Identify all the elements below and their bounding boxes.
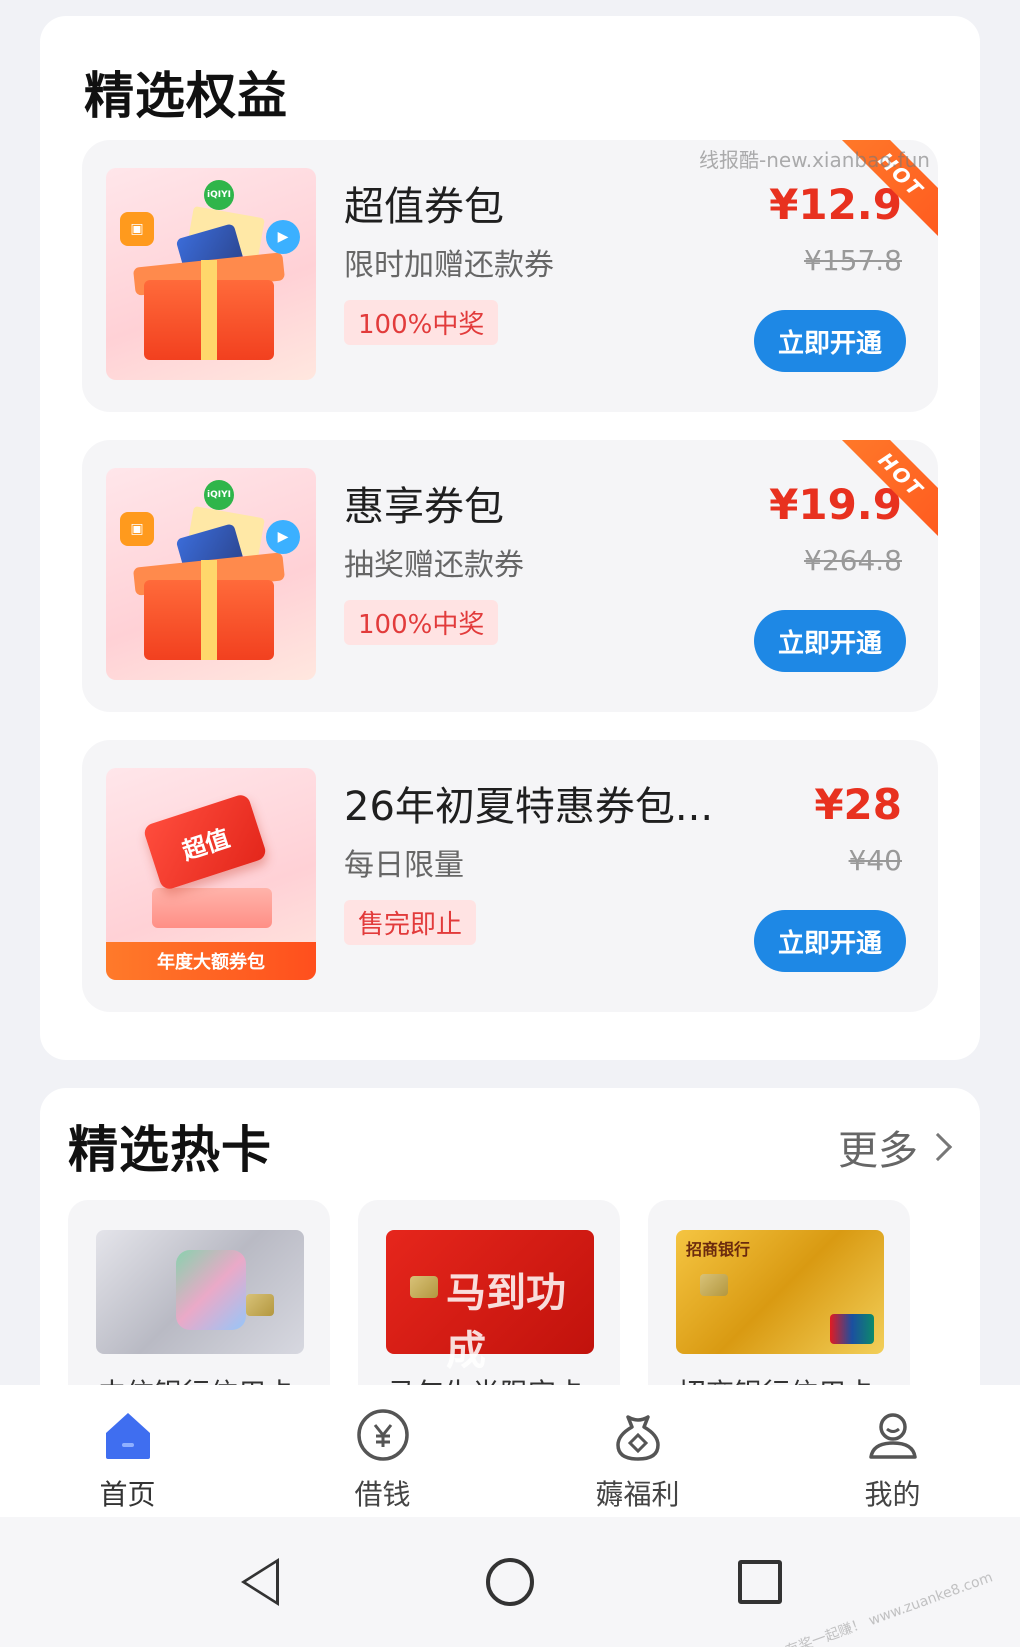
- yuan-coin-icon: [355, 1407, 411, 1463]
- annual-coupon-banner: 年度大额券包: [106, 942, 316, 980]
- coupon-card-3[interactable]: 超值 年度大额券包 26年初夏特惠券包... 每日限量 售完即止 ¥28 ¥40…: [82, 740, 938, 1012]
- home-icon: [100, 1407, 156, 1463]
- coupon-badge: 100%中奖: [344, 300, 499, 345]
- coupon-card-2[interactable]: iQIYI ▣ ▶ 惠享券包 抽奖赠还款券 100%中奖 ¥19.9 ¥264.…: [82, 440, 938, 712]
- system-nav-bar: 赚客吧，有奖一起赚！ www.zuanke8.com: [0, 1517, 1020, 1647]
- home-button[interactable]: [485, 1557, 535, 1607]
- coupon-price: ¥28: [814, 780, 902, 829]
- tencent-video-icon: ▶: [266, 220, 300, 254]
- tab-mine[interactable]: 我的: [765, 1385, 1020, 1517]
- open-now-button[interactable]: 立即开通: [754, 610, 906, 672]
- open-now-button[interactable]: 立即开通: [754, 310, 906, 372]
- mango-tv-icon: ▣: [120, 212, 154, 246]
- tab-perks[interactable]: 薅福利: [510, 1385, 765, 1517]
- coupon-card-1[interactable]: iQIYI ▣ ▶ 超值券包 限时加赠还款券 100%中奖 ¥12.9 ¥157…: [82, 140, 938, 412]
- coupon-name: 26年初夏特惠券包...: [344, 784, 714, 830]
- coupon-badge: 100%中奖: [344, 600, 499, 645]
- back-icon: [241, 1558, 279, 1606]
- watermark-text: 线报酷-new.xianbao.fun: [699, 148, 930, 172]
- display-stage-image: [152, 888, 272, 928]
- coupon-name: 超值券包: [344, 184, 504, 230]
- card-chip-image: [246, 1294, 274, 1316]
- coupon-desc: 抽奖赠还款券: [344, 548, 524, 583]
- more-link[interactable]: 更多: [838, 1118, 953, 1176]
- recent-apps-button[interactable]: [735, 1557, 785, 1607]
- coupon-price: ¥19.9: [769, 480, 902, 529]
- tab-label: 借钱: [354, 1478, 411, 1511]
- benefits-section: 精选权益 iQIYI ▣ ▶ 超值券包 限时加赠还款券 100%中奖 ¥12.9…: [40, 16, 980, 1060]
- more-label: 更多: [838, 1128, 918, 1174]
- tab-label: 首页: [99, 1478, 156, 1511]
- tab-borrow[interactable]: 借钱: [255, 1385, 510, 1517]
- card-art-text: 马到功成: [446, 1269, 566, 1374]
- money-bag-icon: [610, 1407, 666, 1463]
- open-now-button[interactable]: 立即开通: [754, 910, 906, 972]
- coupon-thumbnail: iQIYI ▣ ▶: [106, 168, 316, 380]
- mango-tv-icon: ▣: [120, 512, 154, 546]
- super-value-ticket-image: 超值: [142, 792, 268, 892]
- hot-cards-title: 精选热卡: [68, 1121, 272, 1179]
- coupon-original-price: ¥40: [848, 844, 902, 877]
- coupon-original-price: ¥157.8: [804, 244, 902, 277]
- coupon-desc: 每日限量: [344, 848, 464, 883]
- tab-label: 薅福利: [595, 1478, 680, 1511]
- recent-apps-icon: [738, 1560, 782, 1604]
- benefits-title: 精选权益: [84, 67, 288, 125]
- bottom-tab-bar: 首页 借钱 薅福利 我的: [0, 1385, 1020, 1517]
- credit-card-image: 招商银行: [676, 1230, 884, 1354]
- holographic-logo-image: [176, 1250, 246, 1330]
- bank-name-text: 招商银行: [686, 1240, 751, 1259]
- back-button[interactable]: [235, 1557, 285, 1607]
- iqiyi-icon: iQIYI: [204, 480, 234, 510]
- coupon-name: 惠享券包: [344, 484, 504, 530]
- tab-home[interactable]: 首页: [0, 1385, 255, 1517]
- coupon-desc: 限时加赠还款券: [344, 248, 554, 283]
- coupon-badge: 售完即止: [344, 900, 477, 945]
- credit-card-image: 马到功成: [386, 1230, 594, 1374]
- home-circle-icon: [486, 1558, 534, 1606]
- card-chip-image: [700, 1274, 728, 1296]
- gift-ribbon-image: [201, 560, 217, 660]
- coupon-price: ¥12.9: [769, 180, 902, 229]
- unionpay-logo-icon: [830, 1314, 874, 1344]
- iqiyi-icon: iQIYI: [204, 180, 234, 210]
- gift-ribbon-image: [201, 260, 217, 360]
- tencent-video-icon: ▶: [266, 520, 300, 554]
- coupon-thumbnail: iQIYI ▣ ▶: [106, 468, 316, 680]
- tab-label: 我的: [864, 1478, 921, 1511]
- user-icon: [865, 1407, 921, 1463]
- coupon-original-price: ¥264.8: [804, 544, 902, 577]
- card-chip-image: [410, 1276, 438, 1298]
- credit-card-image: [96, 1230, 304, 1354]
- coupon-thumbnail: 超值 年度大额券包: [106, 768, 316, 980]
- chevron-right-icon: [923, 1132, 953, 1162]
